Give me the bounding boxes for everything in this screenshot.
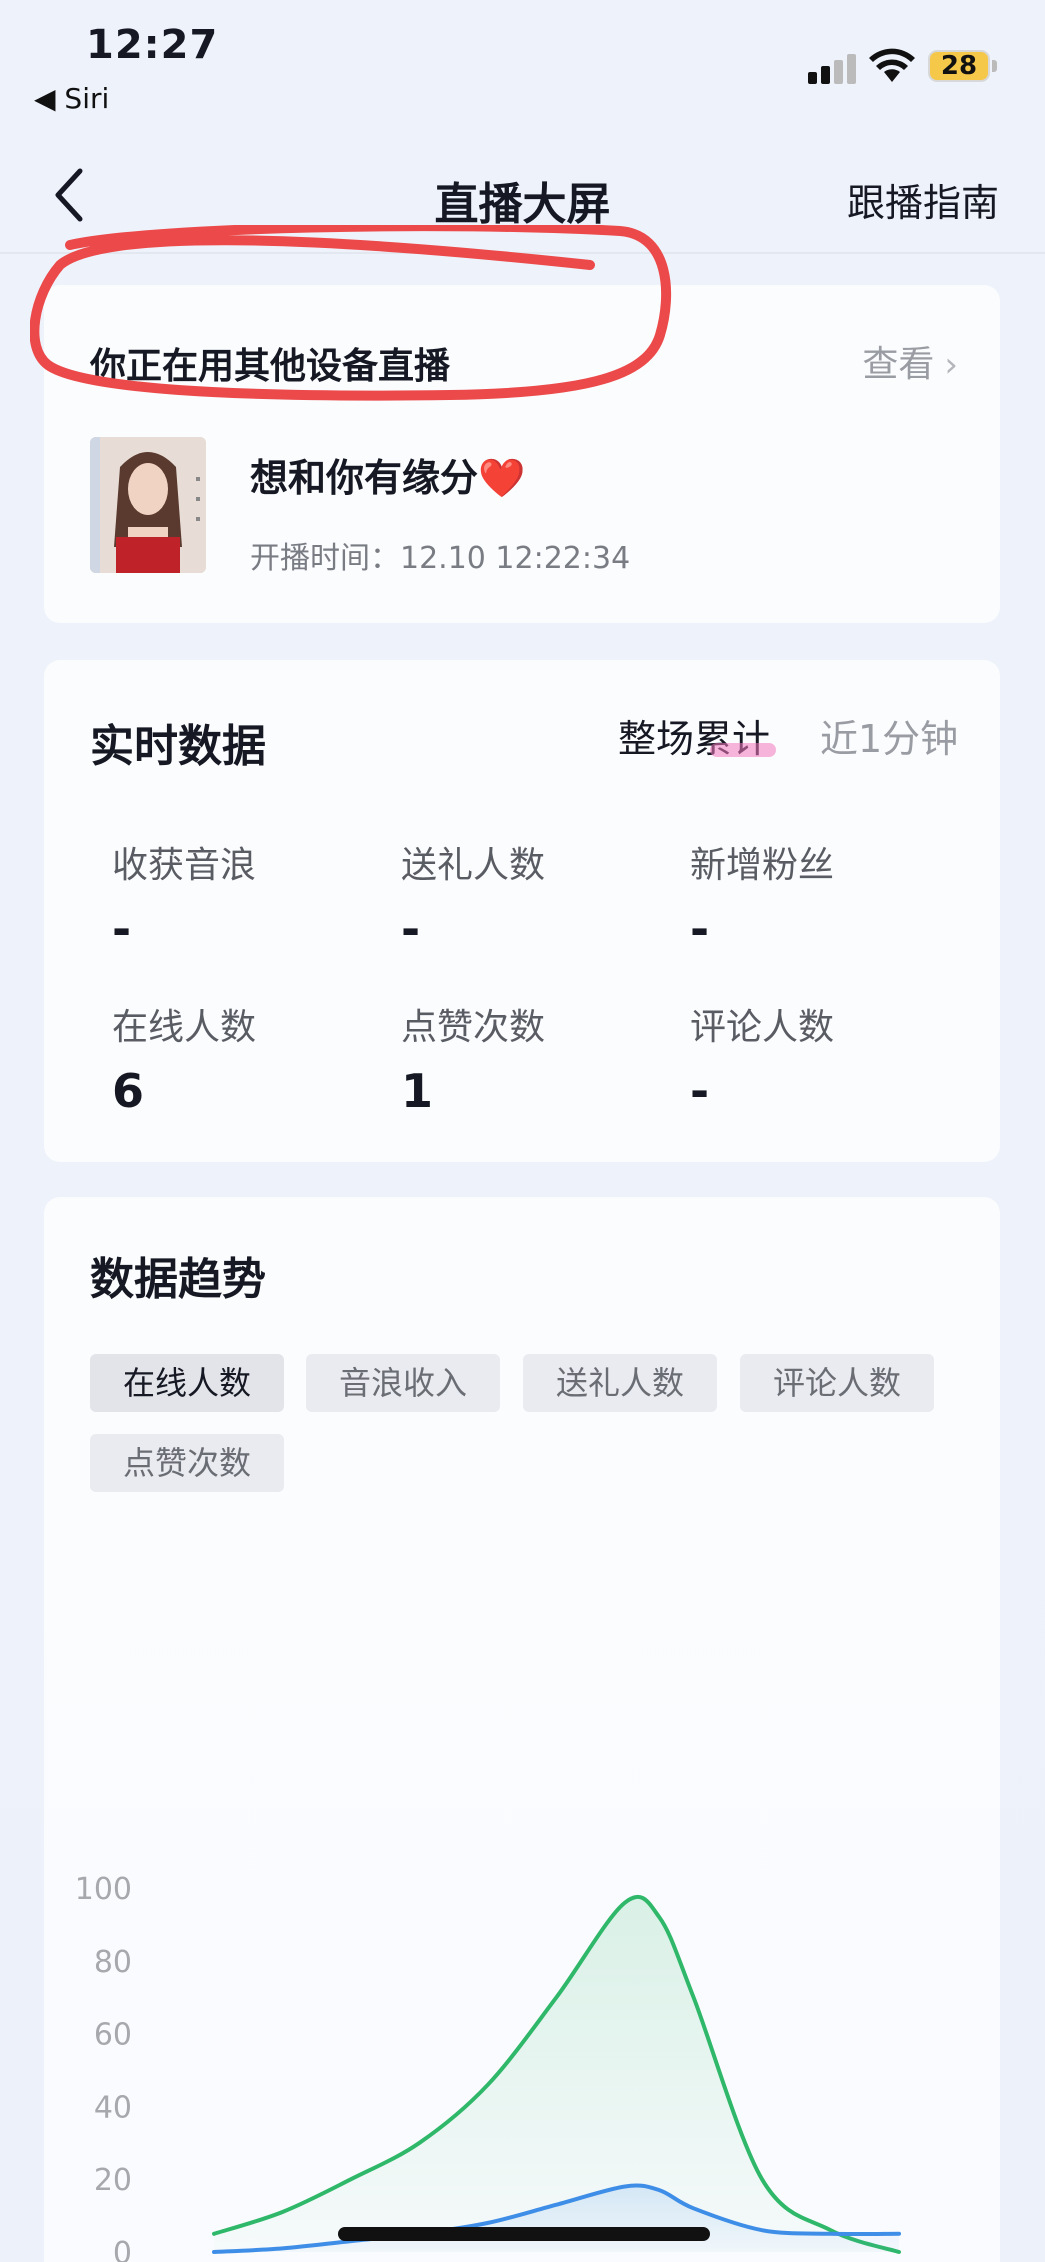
- metric-value: -: [401, 902, 421, 956]
- room-title: 想和你有缘分❤️: [250, 456, 526, 500]
- status-time: 12:27: [86, 22, 219, 68]
- metric-likes: 点赞次数 1: [401, 998, 681, 1118]
- wifi-icon: [869, 48, 915, 82]
- metric-sound-waves: 收获音浪 -: [112, 836, 392, 956]
- metric-value: 6: [112, 1064, 145, 1118]
- home-indicator: [338, 2227, 710, 2241]
- metric-label: 评论人数: [690, 1007, 835, 1048]
- y-tick-label: 20: [94, 2163, 132, 2198]
- battery-tip: [992, 60, 997, 72]
- guide-link[interactable]: 跟播指南: [847, 172, 999, 227]
- chevron-right-icon: ›: [944, 345, 958, 385]
- metric-label: 在线人数: [112, 1007, 257, 1048]
- metric-label: 收获音浪: [112, 845, 257, 886]
- metric-value: 1: [401, 1064, 434, 1118]
- view-link[interactable]: 查看 ›: [862, 335, 958, 387]
- start-time: 开播时间：12.10 12:22:34: [250, 541, 631, 576]
- data-trend-card: 数据趋势 在线人数 音浪收入 送礼人数 评论人数 点赞次数 100 80 60 40 2…: [44, 1197, 1000, 2262]
- status-bar: 12:27 ◀ Siri 28: [0, 0, 1045, 130]
- cellular-signal-icon: [808, 54, 858, 84]
- metric-label: 新增粉丝: [690, 845, 835, 886]
- highlight-mark: [710, 743, 776, 757]
- y-tick-label: 40: [94, 2090, 132, 2125]
- battery-icon: 28: [928, 50, 990, 82]
- y-tick-label: 60: [94, 2018, 132, 2053]
- metric-online-viewers: 在线人数 6: [112, 998, 392, 1118]
- metric-label: 点赞次数: [401, 1007, 546, 1048]
- metric-new-followers: 新增粉丝 -: [690, 836, 970, 956]
- stream-thumbnail[interactable]: [90, 437, 206, 573]
- back-to-siri-link[interactable]: ◀ Siri: [34, 82, 109, 115]
- y-tick-label: 100: [75, 1872, 132, 1907]
- metric-commenters: 评论人数 -: [690, 998, 970, 1118]
- trend-chart: 10080604020012:2212:2312:2412:2512:2612:…: [75, 1872, 901, 2262]
- metric-gift-givers: 送礼人数 -: [401, 836, 681, 956]
- metric-value: -: [690, 1064, 710, 1118]
- metric-label: 送礼人数: [401, 845, 546, 886]
- y-tick-label: 80: [94, 1945, 132, 1980]
- y-tick-label: 0: [113, 2236, 132, 2262]
- tab-last-minute[interactable]: 近1分钟: [820, 708, 958, 763]
- red-circle-annotation: [30, 225, 672, 401]
- metric-value: -: [690, 902, 710, 956]
- realtime-title: 实时数据: [90, 721, 266, 772]
- metric-value: -: [112, 902, 132, 956]
- series-online-viewers-area: [214, 1896, 899, 2252]
- realtime-data-card: 实时数据 整场累计 近1分钟 收获音浪 - 送礼人数 - 新增粉丝 - 在线人数…: [44, 660, 1000, 1162]
